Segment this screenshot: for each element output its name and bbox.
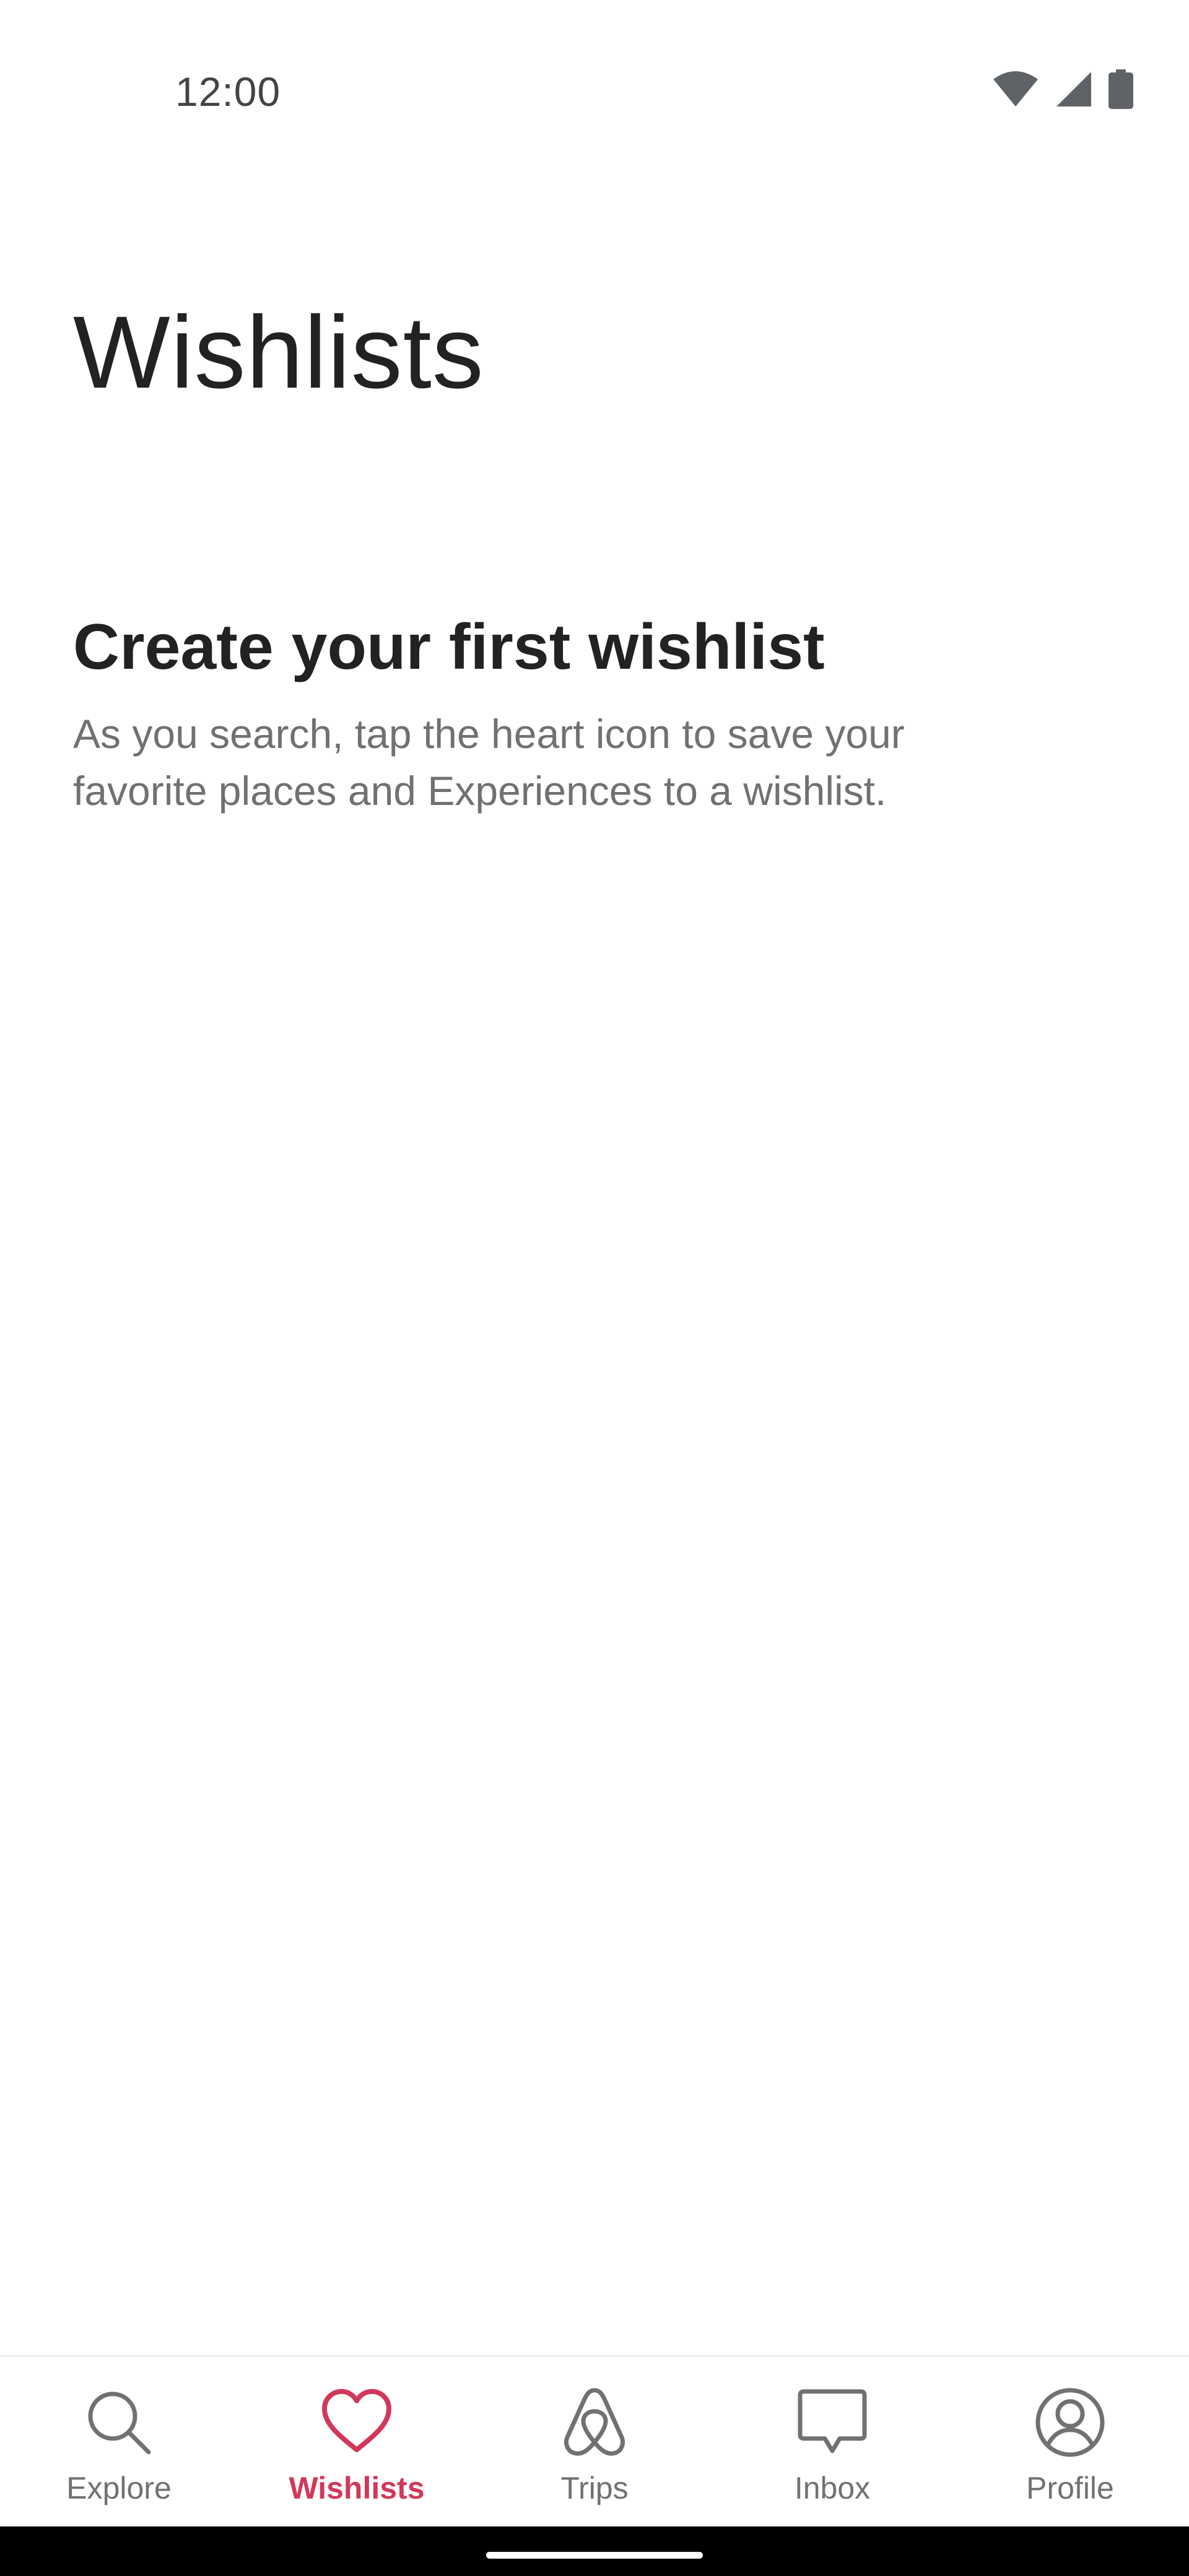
system-gesture-bar	[0, 2526, 1189, 2576]
status-bar: 12:00	[0, 0, 1189, 186]
nav-item-inbox[interactable]: Inbox	[713, 2357, 951, 2526]
page-title: Wishlists	[73, 295, 484, 410]
battery-icon	[1108, 69, 1133, 109]
profile-icon	[1033, 2385, 1107, 2460]
nav-item-trips[interactable]: Trips	[476, 2357, 713, 2526]
bottom-navigation: Explore Wishlists Trips Inbox Profile	[0, 2355, 1189, 2526]
status-icons	[992, 69, 1133, 109]
home-gesture-handle[interactable]	[486, 2552, 703, 2559]
nav-label-explore: Explore	[66, 2471, 172, 2505]
message-icon	[795, 2385, 869, 2460]
nav-label-profile: Profile	[1026, 2471, 1114, 2505]
nav-item-wishlists[interactable]: Wishlists	[238, 2357, 476, 2526]
nav-label-trips: Trips	[560, 2471, 629, 2505]
nav-item-explore[interactable]: Explore	[0, 2357, 238, 2526]
nav-label-inbox: Inbox	[794, 2471, 871, 2505]
empty-state-heading: Create your first wishlist	[73, 611, 825, 683]
wifi-icon	[992, 71, 1039, 108]
empty-state: Create your first wishlist As you search…	[73, 604, 1076, 819]
airbnb-logo-icon	[557, 2385, 632, 2460]
heart-icon	[320, 2385, 394, 2460]
nav-label-wishlists: Wishlists	[289, 2471, 425, 2505]
wishlists-screen: 12:00 Wishlists Create your first wishli…	[0, 0, 1189, 2576]
nav-item-profile[interactable]: Profile	[951, 2357, 1189, 2526]
search-icon	[82, 2385, 156, 2460]
empty-state-description: As you search, tap the heart icon to sav…	[73, 711, 905, 814]
cellular-signal-icon	[1055, 71, 1092, 108]
status-time: 12:00	[175, 69, 281, 115]
